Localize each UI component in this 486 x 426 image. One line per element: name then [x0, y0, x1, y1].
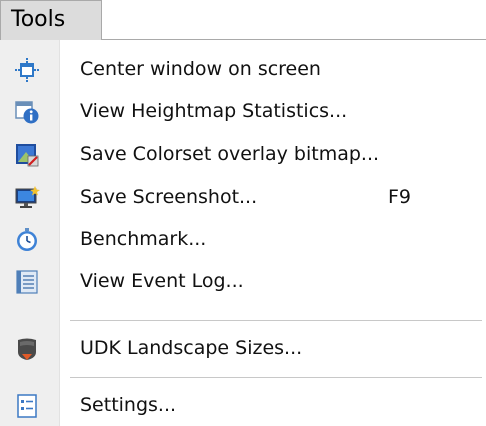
settings-document-icon [17, 394, 37, 418]
menu-item-settings[interactable]: Settings... [0, 386, 486, 426]
colorset-bitmap-icon [16, 144, 39, 167]
menu-item-label: Settings... [80, 394, 177, 416]
event-log-icon [16, 270, 38, 294]
menu-item-heightmap-statistics[interactable]: View Heightmap Statistics... [0, 92, 486, 132]
menu-item-udk-landscape-sizes[interactable]: UDK Landscape Sizes... [0, 329, 486, 369]
menu-item-label: UDK Landscape Sizes... [80, 337, 303, 359]
menu-item-label: Save Screenshot... [80, 186, 258, 208]
menu-item-shortcut: F9 [388, 186, 412, 208]
menu-item-label: Center window on screen [80, 58, 321, 80]
udk-landscape-icon [18, 338, 36, 360]
menu-item-label: Save Colorset overlay bitmap... [80, 143, 380, 165]
menu-item-label: Benchmark... [80, 228, 207, 250]
menu-item-benchmark[interactable]: Benchmark... [0, 220, 486, 260]
tools-menu-tab[interactable]: Tools [0, 0, 102, 40]
menu-separator [70, 320, 482, 322]
menu-item-label: View Heightmap Statistics... [80, 100, 348, 122]
menu-separator [70, 377, 482, 379]
menu-item-view-event-log[interactable]: View Event Log... [0, 262, 486, 302]
tools-dropdown-menu: Center window on screen View Heightmap S… [0, 39, 486, 426]
menu-item-center-window[interactable]: Center window on screen [0, 50, 486, 90]
monitor-screenshot-icon [15, 186, 40, 208]
menu-item-save-colorset-bitmap[interactable]: Save Colorset overlay bitmap... [0, 135, 486, 175]
center-window-icon [15, 58, 39, 82]
tools-menu-title: Tools [11, 7, 66, 32]
menu-item-label: View Event Log... [80, 270, 244, 292]
tools-menu-screenshot: Tools Center window on screen View Heigh… [0, 0, 486, 426]
menu-item-save-screenshot[interactable]: Save Screenshot... F9 [0, 178, 486, 218]
info-window-icon [15, 101, 39, 124]
stopwatch-icon [17, 228, 37, 251]
